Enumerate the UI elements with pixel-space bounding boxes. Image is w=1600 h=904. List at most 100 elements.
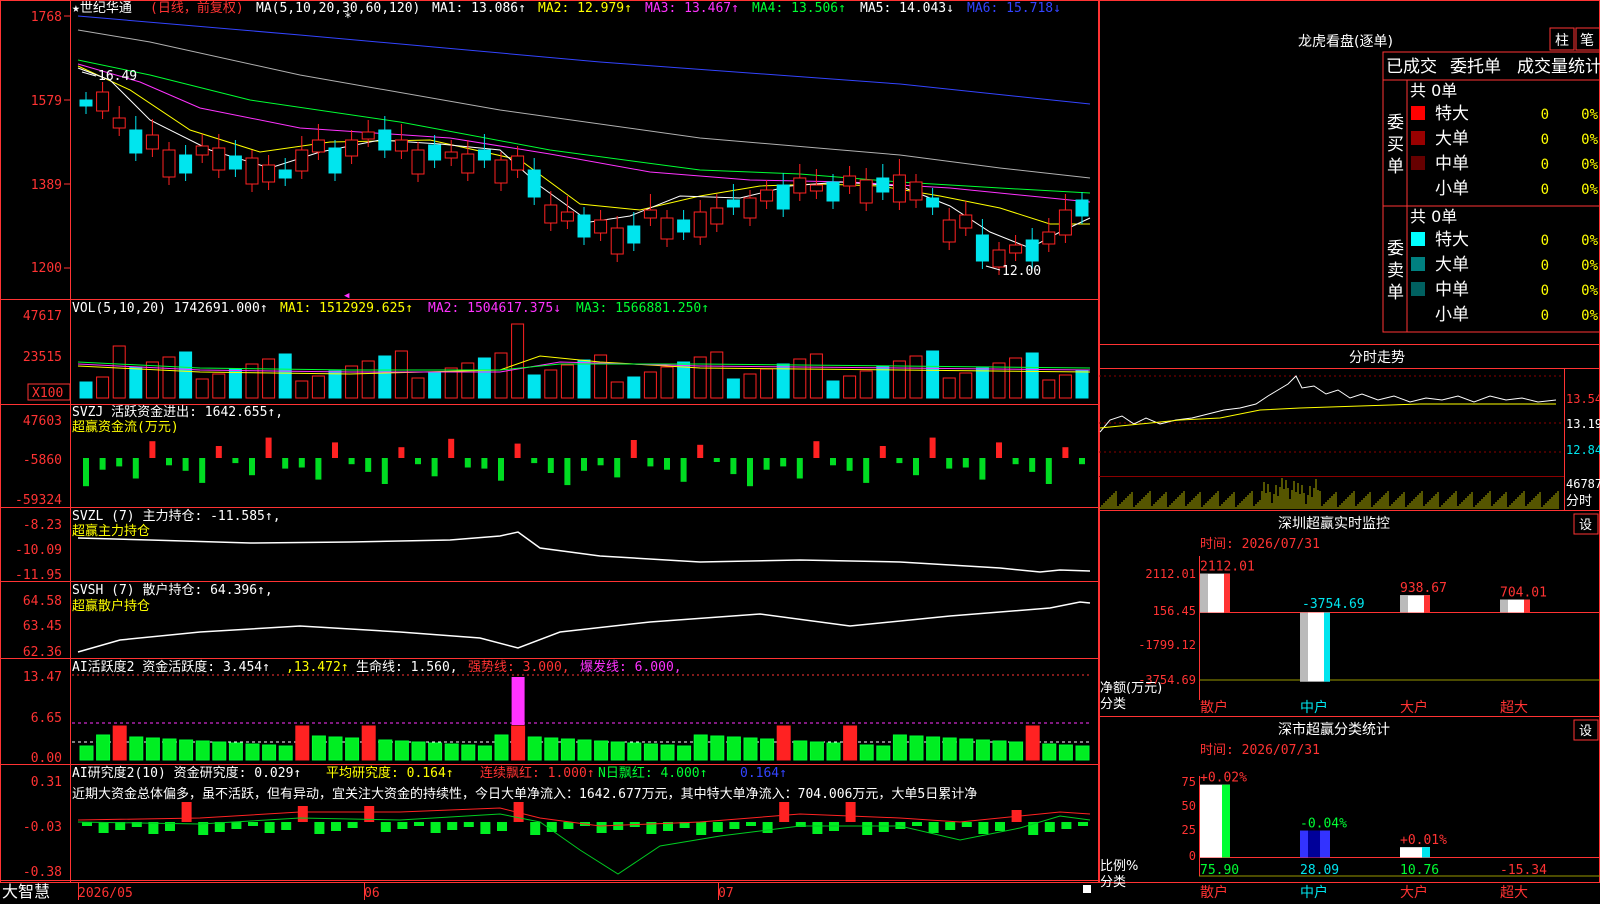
activity-bar [1009, 741, 1024, 761]
ai2-v4: N日飘红: 4.000↑ [598, 765, 707, 781]
ai1-v5: 爆发线: 6.000, [580, 659, 682, 675]
candle [444, 151, 458, 159]
fund-flow-bar [547, 458, 554, 473]
candle [892, 174, 906, 203]
y-tick: 1200 [31, 261, 62, 276]
fund-flow-bar [680, 458, 687, 482]
research-bar [779, 802, 790, 822]
fund-flow-bar [1029, 458, 1036, 472]
activity-bar [577, 739, 592, 761]
volume-bar [262, 358, 276, 399]
volume-bar [926, 350, 940, 399]
activity-bar [1025, 725, 1040, 761]
fund-flow-bar [830, 458, 836, 466]
research-bar [563, 822, 574, 829]
y-tick: 6.65 [31, 711, 62, 726]
activity-bar [527, 736, 542, 761]
candle [394, 139, 408, 152]
sell-swatch [1411, 307, 1425, 321]
classify-category: 大户 [1400, 884, 1428, 900]
ai2-y-axis: 0.31 -0.03 -0.38 [23, 775, 62, 880]
activity-bar [129, 736, 144, 761]
volume-bar [361, 360, 375, 399]
fund-flow-bar [780, 458, 787, 467]
activity-bar [328, 736, 343, 761]
activity-bar [345, 737, 360, 761]
activity-bar [594, 740, 609, 761]
monitor-bars: 2112.01 散户 -3754.69 中户 938.67 大户 704.01 超大 [1200, 560, 1547, 716]
activity-bar [262, 744, 277, 761]
monitor-value-label: 938.67 [1400, 581, 1447, 596]
ai1-v3: 生命线: 1.560, [356, 659, 458, 675]
ai2-desc: 近期大资金总体偏多，虽不活跃，但有异动，宜关注大资金的持续性，今日大单净流入：1… [72, 786, 977, 802]
buy-count: 0 [1541, 157, 1549, 173]
volume-bar [975, 367, 989, 399]
candle [311, 139, 325, 153]
tab-volume-stats[interactable]: 成交量统计 [1517, 57, 1600, 77]
volume-bar [112, 345, 126, 399]
vol-ma2: MA2: 1504617.375↓ [428, 301, 561, 316]
classify-time: 时间: 2026/07/31 [1200, 743, 1320, 758]
activity-bar [378, 739, 393, 761]
volume-bar [394, 350, 408, 399]
y-tick: -5860 [23, 453, 62, 468]
dragon-rows: 共 0单特大 0 0%大单 0 0%中单 0 0%小单 0 0%共 0单特大 0 0%大单 0 0%中单… [1410, 81, 1599, 325]
svzl-sub: 超赢主力持仓 [72, 523, 150, 539]
monitor-value-label: -3754.69 [1302, 597, 1365, 612]
research-bar [497, 822, 507, 831]
candle [876, 177, 890, 193]
candle [959, 214, 973, 229]
research-bar [878, 822, 889, 832]
fund-flow-bar [796, 458, 803, 479]
activity-bar [544, 737, 559, 761]
dragon-side-labels: 委买单 委卖单 [1387, 113, 1404, 303]
volume-bar [693, 356, 707, 399]
volume-bar [1009, 357, 1023, 399]
classify-x-label: 分类 [1100, 875, 1126, 890]
buy-count: 0 [1541, 132, 1549, 148]
monitor-y-tick: 2112.01 [1145, 567, 1196, 581]
vol-title: VOL(5,10,20) 1742691.000↑ [72, 301, 268, 316]
classify-bar-core [1308, 830, 1320, 858]
lock-icon[interactable] [1083, 885, 1091, 893]
volume-bars [79, 323, 1089, 399]
volume-bar [228, 368, 242, 399]
candle [544, 204, 558, 224]
fund-flow-bar [398, 447, 405, 458]
ai1-y-axis: 13.47 6.65 0.00 [23, 670, 62, 766]
candle [1009, 244, 1023, 254]
activity-bar [710, 735, 725, 761]
fund-flow-bar [763, 458, 770, 470]
fund-flow-bar [348, 458, 355, 465]
candle [145, 134, 159, 150]
sell-name: 大单 [1435, 255, 1469, 275]
activity-bar [560, 738, 575, 761]
intraday-title: 分时走势 [1349, 350, 1405, 366]
ma1-value: MA1: 13.086↑ [432, 1, 526, 16]
tab-orders[interactable]: 委托单 [1450, 57, 1501, 77]
fund-flow-bar [946, 458, 953, 469]
research-bar [98, 822, 109, 833]
ai1-title: AI活跃度2 资金活跃度: 3.454↑ [72, 659, 270, 675]
research-bar [978, 822, 989, 834]
fund-flow-bar [298, 458, 305, 468]
tab-filled[interactable]: 已成交 [1386, 57, 1437, 77]
volume-bar [809, 353, 823, 399]
research-bar [1044, 822, 1055, 832]
ai2-v3: 连续飘红: 1.000↑ [480, 765, 595, 781]
monitor-bar-edge [1324, 612, 1330, 682]
ma5-value: MA5: 14.043↓ [860, 1, 954, 16]
candle [843, 175, 857, 187]
volume-bar [826, 380, 840, 399]
monitor-category: 大户 [1400, 699, 1428, 716]
sell-pct: 0% [1581, 258, 1598, 274]
candle [461, 153, 475, 174]
monitor-value-label: 2112.01 [1200, 560, 1255, 575]
activity-bar [278, 745, 293, 761]
research-bar [414, 822, 424, 826]
y-tick: 64.58 [23, 594, 62, 609]
activity-bar [760, 738, 775, 761]
volume-bar [96, 376, 110, 399]
fund-flow-bar [132, 458, 139, 479]
fund-flow-bar [962, 458, 969, 468]
